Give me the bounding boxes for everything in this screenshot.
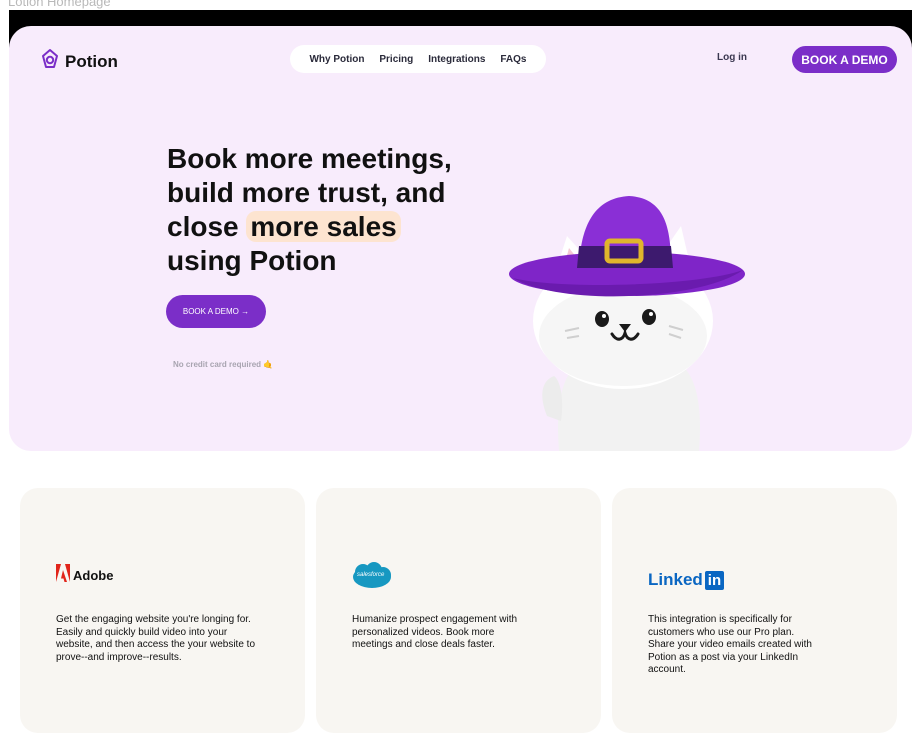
wizard-cat-mascot: [499, 186, 759, 451]
headline-line-1: Book more meetings,: [167, 143, 452, 174]
no-credit-card-note: No credit card required 🤙: [173, 360, 274, 369]
linkedin-description: This integration is specifically for cus…: [648, 614, 812, 675]
adobe-logo: Adobe: [56, 564, 113, 587]
nav-faqs[interactable]: FAQs: [500, 54, 526, 65]
frame-label: Lotion Homepage: [8, 0, 111, 9]
integration-card-salesforce[interactable]: salesforce Humanize prospect engagement …: [316, 488, 601, 733]
adobe-wordmark: Adobe: [73, 568, 114, 583]
adobe-description: Get the engaging website you're longing …: [56, 614, 256, 663]
hero-book-demo-button[interactable]: BOOK A DEMO →: [166, 295, 266, 328]
linkedin-icon: in: [704, 570, 725, 590]
adobe-icon: [56, 564, 70, 587]
salesforce-description: Humanize prospect engagement with person…: [352, 614, 518, 650]
salesforce-wordmark: salesforce: [357, 572, 385, 578]
hero-section: Potion Why Potion Pricing Integrations F…: [9, 26, 912, 451]
headline-close: close: [167, 211, 239, 242]
potion-logo[interactable]: Potion: [39, 48, 118, 75]
salesforce-logo: salesforce: [352, 562, 392, 595]
nav-why-potion[interactable]: Why Potion: [309, 54, 364, 65]
headline-highlight: more sales: [246, 211, 401, 242]
integration-card-adobe[interactable]: Adobe Get the engaging website you're lo…: [20, 488, 305, 733]
linkedin-logo: Linked in: [648, 570, 725, 590]
nav-pricing[interactable]: Pricing: [379, 54, 413, 65]
main-nav: Why Potion Pricing Integrations FAQs: [290, 45, 546, 73]
hero-headline: Book more meetings, build more trust, an…: [167, 142, 497, 278]
linkedin-wordmark: Linked: [648, 570, 703, 589]
headline-line-4: using Potion: [167, 245, 337, 276]
potion-logo-icon: [39, 48, 61, 75]
login-link[interactable]: Log in: [717, 52, 747, 63]
book-demo-button[interactable]: BOOK A DEMO: [792, 46, 897, 73]
headline-line-2: build more trust, and: [167, 177, 446, 208]
nav-integrations[interactable]: Integrations: [428, 54, 485, 65]
logo-text: Potion: [65, 51, 118, 71]
integration-card-linkedin[interactable]: Linked in This integration is specifical…: [612, 488, 897, 733]
